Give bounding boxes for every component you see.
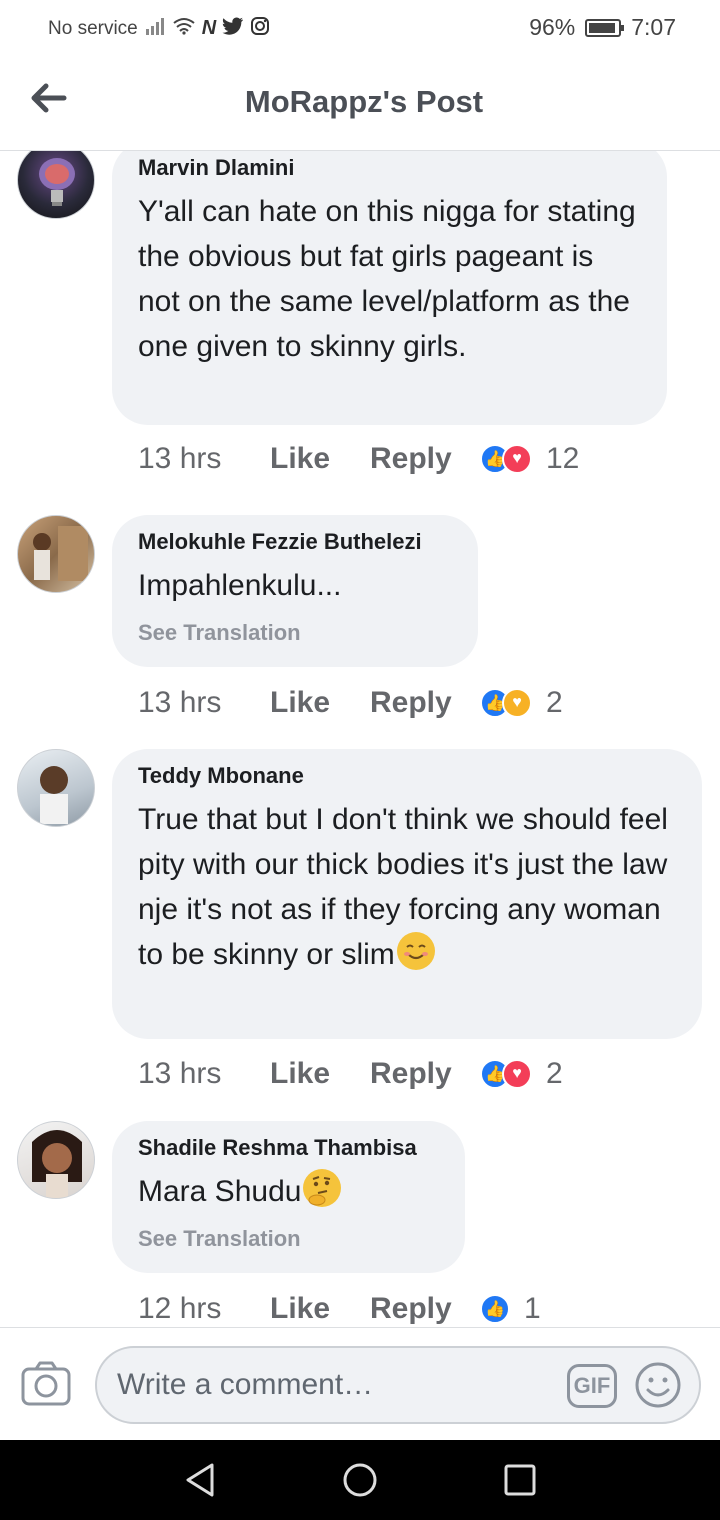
comment-meta: 13 hrs Like Reply 👍 ♥ 2 xyxy=(138,683,563,723)
emoji-icon[interactable] xyxy=(633,1360,683,1410)
reaction-count: 2 xyxy=(546,1057,563,1090)
like-button[interactable]: Like xyxy=(270,442,370,476)
camera-icon[interactable] xyxy=(20,1360,72,1408)
avatar[interactable] xyxy=(17,515,95,593)
system-nav-bar xyxy=(0,1440,720,1520)
comment-field[interactable]: GIF xyxy=(95,1346,701,1424)
comment-composer: GIF xyxy=(0,1327,720,1440)
comment-author[interactable]: Shadile Reshma Thambisa xyxy=(138,1135,439,1161)
reply-button[interactable]: Reply xyxy=(370,686,478,720)
care-icon: ♥ xyxy=(502,688,532,718)
page-title: MoRappz's Post xyxy=(244,84,484,119)
see-translation-link[interactable]: See Translation xyxy=(138,620,452,646)
smiling-face-emoji-icon xyxy=(396,932,435,970)
like-icon: 👍 xyxy=(480,1294,510,1324)
reply-button[interactable]: Reply xyxy=(370,1292,478,1326)
clock: 7:07 xyxy=(631,14,676,40)
see-translation-link[interactable]: See Translation xyxy=(138,1226,439,1252)
n-icon: N xyxy=(201,17,217,39)
reply-button[interactable]: Reply xyxy=(370,442,478,476)
battery-icon xyxy=(585,18,625,37)
comment-meta: 13 hrs Like Reply 👍 ♥ 12 xyxy=(138,439,579,479)
avatar[interactable] xyxy=(17,749,95,827)
reply-button[interactable]: Reply xyxy=(370,1057,478,1091)
thinking-face-emoji-icon xyxy=(303,1169,342,1207)
comment-text: True that but I don't think we should fe… xyxy=(138,797,676,977)
wifi-icon xyxy=(172,17,196,40)
reaction-summary[interactable]: 👍 1 xyxy=(480,1292,541,1326)
nav-back-icon[interactable] xyxy=(180,1460,220,1500)
reaction-count: 1 xyxy=(524,1292,541,1325)
signal-icon xyxy=(144,17,166,40)
comment-meta: 12 hrs Like Reply 👍 1 xyxy=(138,1289,541,1327)
comment-author[interactable]: Melokuhle Fezzie Buthelezi xyxy=(138,529,452,555)
comment-time[interactable]: 13 hrs xyxy=(138,686,270,720)
comment-list[interactable]: Marvin Dlamini Y'all can hate on this ni… xyxy=(0,151,720,1327)
comment-text: Impahlenkulu... xyxy=(138,569,342,602)
reaction-count: 2 xyxy=(546,686,563,719)
carrier-text: No service xyxy=(48,17,138,39)
comment-time[interactable]: 13 hrs xyxy=(138,1057,270,1091)
comment-author[interactable]: Marvin Dlamini xyxy=(138,155,641,181)
status-bar: No service N 96% 7:07 xyxy=(0,0,720,56)
post-header: MoRappz's Post xyxy=(0,56,720,151)
reaction-summary[interactable]: 👍 ♥ 2 xyxy=(480,1057,563,1091)
reaction-count: 12 xyxy=(546,442,580,475)
comment-bubble[interactable]: Shadile Reshma Thambisa Mara Shudu See T… xyxy=(112,1121,465,1273)
comment-text: Y'all can hate on this nigga for stating… xyxy=(138,195,636,363)
comment-time[interactable]: 13 hrs xyxy=(138,442,270,476)
nav-home-icon[interactable] xyxy=(340,1460,380,1500)
avatar[interactable] xyxy=(17,1121,95,1199)
twitter-icon xyxy=(222,17,244,40)
gif-button[interactable]: GIF xyxy=(567,1364,617,1408)
status-right: 96% 7:07 xyxy=(529,14,676,41)
comment-input[interactable] xyxy=(117,1348,547,1422)
comment-bubble[interactable]: Melokuhle Fezzie Buthelezi Impahlenkulu.… xyxy=(112,515,478,667)
comment-time[interactable]: 12 hrs xyxy=(138,1292,270,1326)
battery-percent: 96% xyxy=(529,14,576,40)
comment-text-content: Mara Shudu xyxy=(138,1175,302,1208)
love-icon: ♥ xyxy=(502,444,532,474)
instagram-icon xyxy=(250,16,270,41)
reaction-summary[interactable]: 👍 ♥ 2 xyxy=(480,686,563,720)
nav-recents-icon[interactable] xyxy=(500,1460,540,1500)
comment-author[interactable]: Teddy Mbonane xyxy=(138,763,676,789)
comment-text: Mara Shudu xyxy=(138,1169,439,1214)
status-left: No service N xyxy=(48,16,270,41)
comment-bubble[interactable]: Teddy Mbonane True that but I don't thin… xyxy=(112,749,702,1039)
avatar[interactable] xyxy=(17,151,95,219)
comment-meta: 13 hrs Like Reply 👍 ♥ 2 xyxy=(138,1054,563,1094)
like-button[interactable]: Like xyxy=(270,1057,370,1091)
like-button[interactable]: Like xyxy=(270,1292,370,1326)
comment-bubble[interactable]: Marvin Dlamini Y'all can hate on this ni… xyxy=(112,151,667,425)
reaction-summary[interactable]: 👍 ♥ 12 xyxy=(480,442,579,476)
love-icon: ♥ xyxy=(502,1059,532,1089)
like-button[interactable]: Like xyxy=(270,686,370,720)
